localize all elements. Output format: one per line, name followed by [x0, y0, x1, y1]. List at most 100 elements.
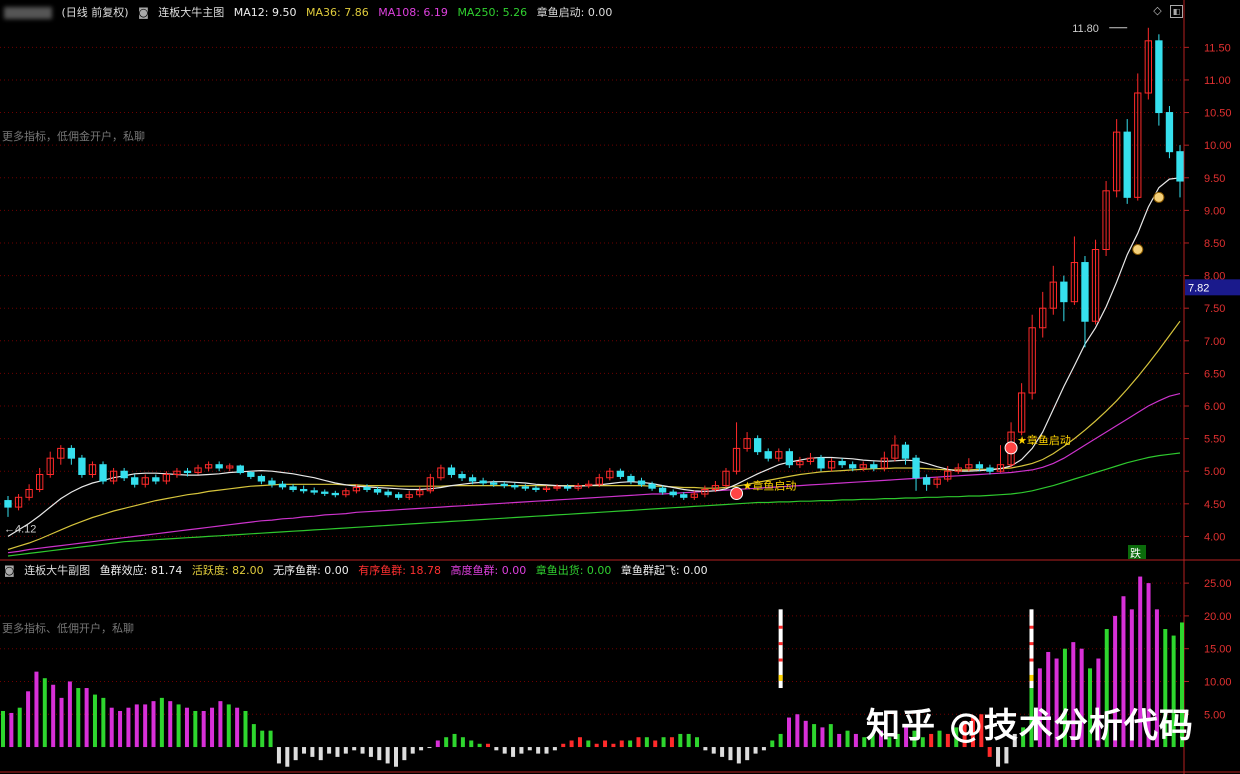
main-tick-label: 8.50: [1204, 238, 1225, 250]
candle: [627, 473, 635, 485]
ma12-line: [7, 177, 1181, 537]
candle: [1165, 106, 1174, 159]
candle: [268, 477, 276, 488]
candle-body: [849, 464, 857, 469]
candle-body: [67, 447, 76, 459]
main-tick-label: 5.00: [1204, 466, 1225, 478]
main-tick-label: 10.50: [1204, 108, 1232, 120]
candle-body: [975, 464, 984, 469]
activity-bar: [761, 747, 766, 751]
activity-bar: [460, 737, 465, 748]
zhihu-watermark: 知乎 @技术分析代码: [866, 706, 1194, 746]
activity-bar: [118, 710, 123, 748]
sub-signal-marker: [1029, 609, 1034, 689]
restore-window-icon[interactable]: ◧: [1170, 5, 1183, 18]
activity-bar: [176, 704, 181, 748]
start-signal-value: 章鱼启动: 0.00: [536, 6, 613, 19]
activity-bar: [368, 747, 373, 757]
main-promo-hint: 更多指标，低佣金开户，私聊: [2, 130, 145, 143]
activity-bar: [644, 737, 649, 748]
candle: [99, 461, 107, 485]
activity-bar: [845, 730, 850, 748]
candle: [36, 467, 44, 493]
candle: [131, 474, 139, 488]
candle-body: [278, 483, 287, 488]
candle: [384, 489, 392, 498]
candle: [1091, 239, 1100, 325]
sub-circle-icon[interactable]: ◙: [4, 564, 15, 577]
activity-bar: [778, 733, 783, 748]
signal-ball: [730, 487, 744, 501]
ma250-value: MA250: 5.26: [457, 6, 528, 19]
diamond-icon[interactable]: ◇: [1152, 5, 1163, 16]
chart-canvas: 4.004.505.005.506.006.507.007.508.008.50…: [0, 0, 1240, 774]
activity-bar: [527, 747, 532, 751]
main-tick-label: 6.50: [1204, 368, 1225, 380]
candle: [775, 448, 783, 462]
activity-bar: [669, 737, 674, 748]
activity-bar: [76, 688, 81, 748]
period-label[interactable]: (日线 前复权): [62, 6, 129, 19]
main-tick-label: 9.50: [1204, 173, 1225, 185]
activity-bar: [193, 710, 198, 748]
activity-bar: [410, 747, 415, 754]
activity-bar: [502, 747, 507, 754]
candle: [152, 474, 160, 485]
candle-body: [479, 480, 487, 484]
candle-body: [447, 467, 456, 475]
activity-bar: [67, 681, 72, 748]
activity-bar: [444, 737, 449, 748]
activity-bar: [293, 747, 298, 761]
activity-bar: [477, 743, 482, 748]
activity-bar: [996, 747, 1001, 767]
activity-bar: [201, 710, 206, 748]
candle: [796, 456, 804, 468]
activity-bar: [745, 747, 750, 761]
candle-body: [669, 491, 677, 496]
activity-bar: [184, 707, 189, 748]
activity-bar: [210, 707, 215, 748]
activity-bar: [276, 747, 281, 764]
candle-body: [616, 470, 625, 477]
candle-body: [490, 482, 498, 485]
candle: [722, 467, 730, 488]
candle: [827, 458, 836, 472]
main-tick-label: 4.50: [1204, 499, 1225, 511]
activity-bar: [653, 740, 658, 748]
main-tick-label: 7.00: [1204, 336, 1225, 348]
activity-bar: [51, 684, 56, 748]
activity-bar: [318, 747, 323, 761]
candle: [447, 464, 456, 478]
sub-indicator-name[interactable]: 连板大牛副图: [24, 564, 90, 577]
activity-bar: [787, 717, 791, 748]
signal-label: ★章鱼启动: [1017, 433, 1071, 447]
candle-body: [4, 500, 12, 508]
activity-bar: [661, 737, 666, 748]
candle-body: [922, 477, 931, 485]
sub-signal-tip: [1029, 674, 1034, 681]
candle: [616, 468, 625, 480]
candle-body: [511, 485, 519, 488]
main-tick-label: 4.00: [1204, 531, 1225, 543]
candle-body: [764, 451, 772, 459]
sub-tick-label: 25.00: [1204, 578, 1232, 590]
candle: [437, 464, 445, 481]
sub-header: ◙ 连板大牛副图 鱼群效应: 81.74 活跃度: 82.00 无序鱼群: 0.…: [4, 562, 714, 580]
candle-body: [373, 488, 382, 493]
main-indicator-name[interactable]: 连板大牛主图: [158, 6, 224, 19]
activity-bar: [485, 743, 490, 748]
candle: [542, 485, 551, 493]
money-bag-icon: [1153, 191, 1165, 203]
candle-body: [912, 457, 920, 479]
activity-bar: [594, 743, 599, 748]
sub-signal-dot: [1029, 625, 1034, 629]
activity-bar: [770, 740, 775, 748]
activity-bar: [310, 747, 315, 757]
candle-body: [120, 470, 128, 479]
circle-icon[interactable]: ◙: [138, 6, 149, 19]
candle: [109, 467, 118, 485]
activity-bar: [569, 740, 574, 748]
main-tick-label: 7.50: [1204, 303, 1225, 315]
candle: [215, 461, 223, 472]
activity-bar: [235, 707, 240, 748]
